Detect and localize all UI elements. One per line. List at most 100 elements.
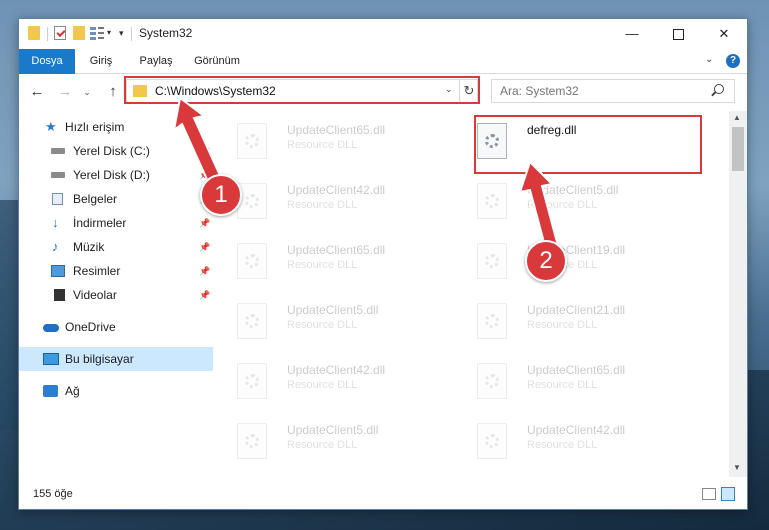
sidebar-item-label: Yerel Disk (C:) [73, 144, 150, 158]
back-button[interactable]: ← [27, 81, 47, 103]
view-options-icon[interactable] [90, 26, 104, 40]
large-icons-view-icon[interactable] [721, 487, 735, 501]
star-icon: ★ [45, 119, 57, 134]
file-type: Resource DLL [287, 259, 358, 271]
window-title: System32 [139, 26, 193, 40]
dll-file-icon [237, 183, 267, 219]
step-badge-1: 1 [200, 174, 242, 216]
dll-file-icon [477, 243, 507, 279]
file-name: UpdateClient65.dll [287, 123, 386, 137]
tab-view[interactable]: Görünüm [187, 49, 247, 73]
documents-icon [52, 193, 63, 205]
sidebar-item-label: Hızlı erişim [65, 120, 125, 134]
sidebar-item-this-pc[interactable]: Bu bilgisayar [19, 347, 213, 371]
sidebar-item-label: Resimler [73, 264, 121, 278]
pin-icon[interactable]: 📌 [199, 235, 210, 259]
dll-file-icon [477, 303, 507, 339]
file-name: UpdateClient65.dll [287, 243, 386, 257]
file-type: Resource DLL [527, 439, 598, 451]
sidebar-item-label: İndirmeler [73, 216, 127, 230]
sidebar-item-label: Belgeler [73, 192, 118, 206]
sidebar-item-network[interactable]: Ağ [19, 379, 213, 403]
pin-icon[interactable]: 📌 [199, 211, 210, 235]
onedrive-icon [43, 324, 59, 332]
dll-file-icon [477, 363, 507, 399]
sidebar-item-label: Müzik [73, 240, 105, 254]
file-type: Resource DLL [287, 139, 358, 151]
sidebar-item-label: Videolar [73, 288, 117, 302]
file-name: UpdateClient42.dll [287, 183, 386, 197]
sidebar-item-pictures[interactable]: Resimler 📌 [19, 259, 213, 283]
file-item[interactable]: UpdateClient21.dll Resource DLL [455, 297, 685, 345]
tab-share[interactable]: Paylaş [133, 49, 179, 73]
dll-file-icon [477, 183, 507, 219]
separator [47, 27, 48, 41]
videos-icon [51, 289, 65, 301]
separator [131, 27, 132, 41]
dll-file-icon [237, 423, 267, 459]
search-icon[interactable] [714, 84, 724, 94]
file-name: UpdateClient5.dll [287, 423, 379, 437]
search-box[interactable] [491, 79, 735, 103]
downloads-icon: ↓ [52, 215, 59, 230]
sidebar-item-downloads[interactable]: ↓ İndirmeler 📌 [19, 211, 213, 235]
new-folder-icon[interactable] [73, 26, 85, 40]
sidebar-item-onedrive[interactable]: OneDrive [19, 315, 213, 339]
network-icon [43, 385, 58, 397]
scrollbar-thumb[interactable] [732, 127, 744, 171]
chevron-down-icon[interactable]: ▾ [107, 28, 111, 44]
pin-icon[interactable]: 📌 [199, 283, 210, 307]
sidebar-item-label: OneDrive [65, 320, 116, 334]
forward-button[interactable]: → [55, 81, 75, 103]
this-pc-icon [43, 353, 59, 365]
file-name: UpdateClient5.dll [287, 303, 379, 317]
scroll-down-icon[interactable]: ▼ [733, 463, 741, 472]
ribbon-tabs: Dosya Giriş Paylaş Görünüm ⌄ ? [19, 49, 747, 97]
file-name: UpdateClient21.dll [527, 303, 626, 317]
file-type: Resource DLL [287, 319, 358, 331]
properties-icon[interactable] [54, 26, 66, 40]
drive-icon [51, 172, 65, 178]
sidebar-item-label: Yerel Disk (D:) [73, 168, 150, 182]
details-view-icon[interactable] [702, 488, 716, 500]
sidebar-item-label: Ağ [65, 384, 80, 398]
file-item[interactable]: UpdateClient42.dll Resource DLL [215, 357, 445, 405]
maximize-button[interactable] [655, 19, 701, 49]
close-button[interactable]: ✕ [701, 19, 747, 49]
file-item[interactable]: UpdateClient65.dll Resource DLL [215, 237, 445, 285]
status-bar: 155 öğe [19, 479, 747, 509]
file-type: Resource DLL [287, 439, 358, 451]
recent-locations-button[interactable]: ⌄ [81, 81, 93, 103]
expand-ribbon-icon[interactable]: ⌄ [705, 54, 713, 65]
file-item[interactable]: UpdateClient42.dll Resource DLL [455, 417, 685, 465]
file-item[interactable]: UpdateClient5.dll Resource DLL [455, 177, 685, 225]
file-item[interactable]: UpdateClient19.dll Resource DLL [455, 237, 685, 285]
item-count: 155 öğe [33, 488, 73, 500]
file-item[interactable]: UpdateClient5.dll Resource DLL [215, 417, 445, 465]
file-item[interactable]: UpdateClient5.dll Resource DLL [215, 297, 445, 345]
dll-file-icon [237, 123, 267, 159]
file-type: Resource DLL [287, 199, 358, 211]
customize-toolbar-icon[interactable]: ▾ [119, 28, 124, 44]
vertical-scrollbar[interactable]: ▲ ▼ [729, 111, 747, 477]
file-highlight-box [474, 115, 702, 174]
file-type: Resource DLL [287, 379, 358, 391]
sidebar-item-music[interactable]: ♪ Müzik 📌 [19, 235, 213, 259]
file-item[interactable]: UpdateClient42.dll Resource DLL [215, 177, 445, 225]
scroll-up-icon[interactable]: ▲ [733, 113, 741, 122]
sidebar-item-videos[interactable]: Videolar 📌 [19, 283, 213, 307]
pictures-icon [51, 265, 65, 277]
dll-file-icon [237, 303, 267, 339]
minimize-button[interactable]: — [609, 19, 655, 49]
search-input[interactable] [500, 83, 700, 99]
dll-file-icon [477, 423, 507, 459]
up-button[interactable]: ↑ [103, 81, 123, 103]
file-item[interactable]: UpdateClient65.dll Resource DLL [215, 117, 445, 165]
file-type: Resource DLL [527, 379, 598, 391]
tab-home[interactable]: Giriş [81, 49, 121, 73]
dll-file-icon [237, 243, 267, 279]
pin-icon[interactable]: 📌 [199, 259, 210, 283]
file-item[interactable]: UpdateClient65.dll Resource DLL [455, 357, 685, 405]
maximize-icon [672, 29, 684, 41]
help-icon[interactable]: ? [726, 54, 740, 68]
